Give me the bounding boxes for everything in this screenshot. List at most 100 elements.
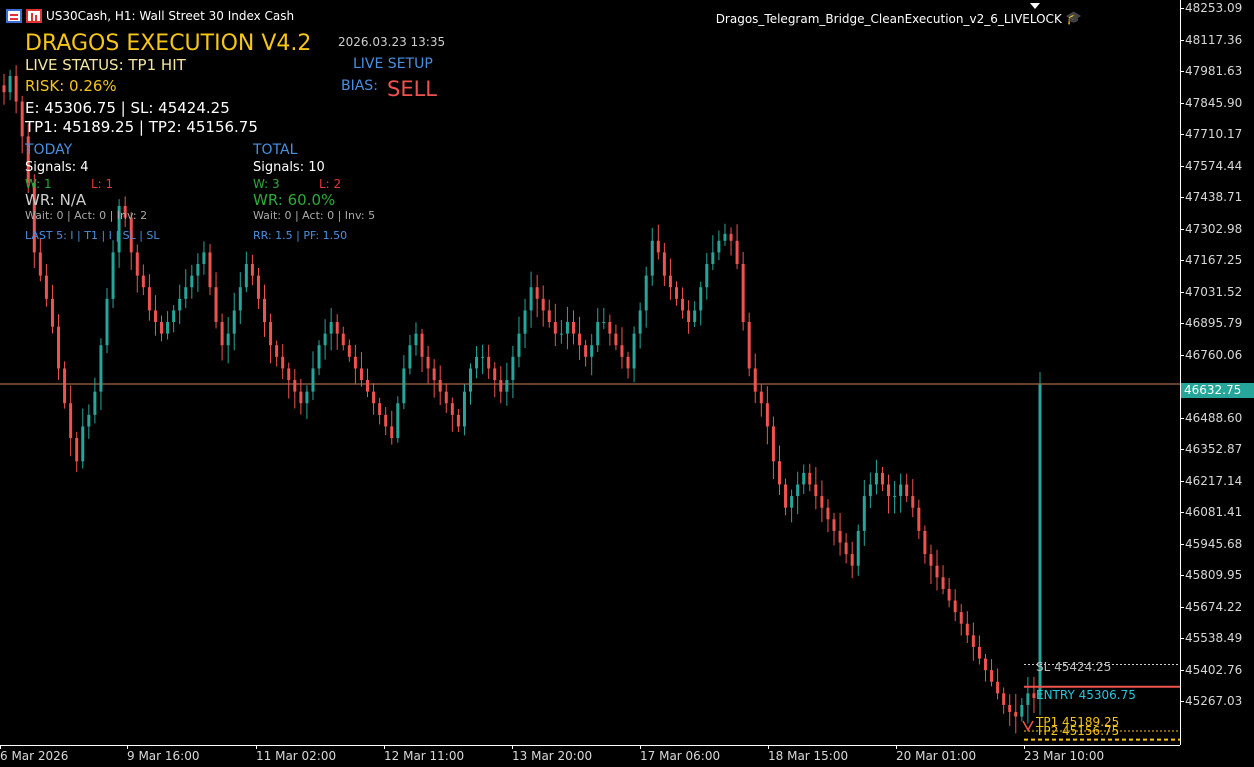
- sl-level-label: SL 45424.25: [1036, 660, 1112, 674]
- graduation-cap-icon: 🎓: [1065, 11, 1082, 26]
- price-tick: 47167.25: [1179, 253, 1243, 267]
- candle-body: [99, 345, 103, 392]
- time-tick: 23 Mar 10:00: [1024, 745, 1105, 763]
- candle-body: [353, 356, 357, 369]
- price-tick: 46760.06: [1179, 347, 1243, 362]
- candle-body: [808, 472, 812, 485]
- today-heading: TODAY: [25, 142, 73, 158]
- candle-body: [420, 333, 424, 357]
- price-tick: 46217.14: [1179, 473, 1243, 488]
- candle-body: [244, 264, 248, 288]
- candle-body: [20, 101, 24, 137]
- total-heading: TOTAL: [253, 142, 298, 158]
- candle-body: [105, 298, 109, 346]
- live-status: LIVE STATUS: TP1 HIT: [25, 56, 186, 74]
- symbol-label: US30Cash, H1: Wall Street 30 Index Cash: [46, 9, 295, 23]
- candle-body: [802, 472, 806, 485]
- candle-body: [172, 310, 176, 323]
- candle-body: [390, 426, 394, 439]
- price-tick: 45809.95: [1179, 568, 1243, 582]
- total-wins: W: 3: [253, 177, 280, 191]
- candle-body: [263, 298, 267, 323]
- candle-body: [681, 298, 685, 311]
- candle-body: [899, 484, 903, 497]
- candle-body: [402, 368, 406, 404]
- live-setup-label: LIVE SETUP: [353, 56, 433, 72]
- price-tick: 46352.87: [1179, 442, 1243, 456]
- candle-body: [1026, 693, 1030, 705]
- today-last5: LAST 5: I | T1 | I | SL | SL: [25, 229, 160, 242]
- candle-body: [220, 322, 224, 346]
- candle-body: [160, 322, 164, 334]
- price-tick: 47438.71: [1179, 190, 1243, 204]
- candle-body: [323, 333, 327, 346]
- bias-label: BIAS:: [341, 78, 378, 94]
- candle-body: [790, 496, 794, 508]
- expert-advisor-label[interactable]: Dragos_Telegram_Bridge_CleanExecution_v2…: [716, 11, 1082, 26]
- candle-body: [414, 333, 418, 346]
- price-tick: 47031.52: [1179, 284, 1243, 299]
- ea-name-text: Dragos_Telegram_Bridge_CleanExecution_v2…: [715, 11, 1062, 26]
- candle-body: [299, 391, 303, 404]
- candle-body: [602, 322, 606, 324]
- candle-body: [747, 322, 751, 369]
- candle-body: [559, 333, 563, 335]
- candle-body: [111, 252, 115, 299]
- candle-body: [729, 233, 733, 241]
- candle-body: [971, 635, 975, 647]
- candle-body: [456, 414, 460, 427]
- candle-body: [135, 252, 139, 276]
- candle-body: [341, 333, 345, 346]
- entry-level-label: ENTRY 45306.75: [1036, 688, 1136, 702]
- candle-body: [232, 310, 236, 334]
- candle-body: [699, 287, 703, 311]
- candle-body: [499, 380, 503, 392]
- candle-body: [426, 356, 430, 369]
- total-rr-pf: RR: 1.5 | PF: 1.50: [253, 229, 348, 242]
- candle-body: [620, 345, 624, 357]
- candle-body: [741, 264, 745, 323]
- total-win-rate: WR: 60.0%: [253, 191, 336, 209]
- chart-area[interactable]: US30Cash, H1: Wall Street 30 Index Cash …: [0, 0, 1180, 745]
- candle-body: [614, 333, 618, 346]
- candle-body: [711, 252, 715, 265]
- price-tick: 45402.76: [1179, 662, 1243, 677]
- candle-body: [63, 368, 67, 404]
- candle-body: [838, 530, 842, 543]
- price-tick: 45538.49: [1179, 631, 1243, 645]
- candle-body: [638, 310, 642, 334]
- candle-body: [372, 391, 376, 404]
- candle-body: [777, 461, 781, 485]
- candle-body: [359, 368, 363, 381]
- candle-body: [226, 333, 230, 346]
- tp2-level-label: TP2 45156.75: [1036, 724, 1120, 738]
- candle-body: [844, 542, 848, 555]
- candle-body: [184, 287, 188, 299]
- candle-body: [553, 322, 557, 334]
- candle-body: [293, 380, 297, 392]
- candle-body: [990, 670, 994, 682]
- price-tick: 46081.41: [1179, 505, 1243, 519]
- candle-body: [517, 333, 521, 357]
- bias-value: SELL: [387, 77, 437, 101]
- candle-body: [50, 298, 54, 327]
- candle-body: [347, 345, 351, 357]
- time-tick: 18 Mar 15:00: [768, 745, 849, 763]
- candle-body: [487, 356, 491, 369]
- candle-body: [632, 333, 636, 369]
- candle-body: [1020, 704, 1024, 717]
- time-scale[interactable]: 6 Mar 2026 9 Mar 16:00 11 Mar 02:00 12 Mar …: [0, 745, 1180, 767]
- candle-body: [1008, 704, 1012, 712]
- indicator-icon[interactable]: [26, 9, 42, 23]
- candle-body: [923, 530, 927, 555]
- candle-body: [705, 264, 709, 288]
- chart-window-icon[interactable]: [6, 9, 22, 23]
- panel-title: DRAGOS EXECUTION V4.2: [25, 31, 312, 56]
- candle-body: [57, 326, 61, 369]
- candle-body: [190, 275, 194, 288]
- price-tick: 45945.68: [1179, 536, 1243, 551]
- chart-shift-marker[interactable]: [1030, 3, 1040, 9]
- price-scale[interactable]: 48253.09 48117.36 47981.63 47845.90 47710.17…: [1179, 0, 1254, 745]
- price-tick: 46488.60: [1179, 410, 1243, 425]
- candle-body: [856, 530, 860, 566]
